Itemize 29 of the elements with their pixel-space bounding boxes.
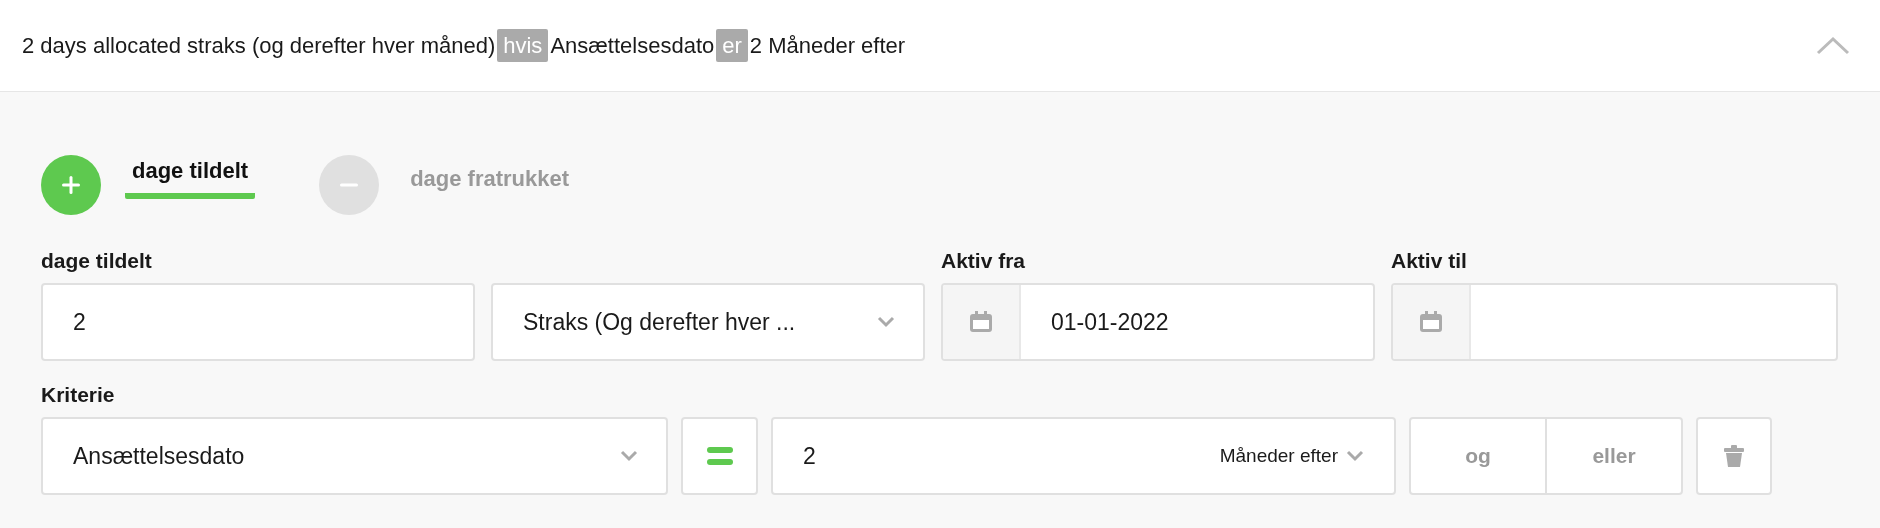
collapse-chevron-icon[interactable]: [1816, 35, 1850, 56]
unit-dropdown[interactable]: Måneder efter: [1219, 441, 1364, 471]
value-input-field[interactable]: 2 Måneder efter: [771, 417, 1396, 495]
condition-tag: hvis: [497, 29, 549, 62]
trash-icon: [1724, 444, 1744, 468]
date-field[interactable]: [1391, 283, 1838, 361]
delete-button[interactable]: [1696, 417, 1772, 495]
summary-text: Ansættelsesdato: [550, 32, 715, 60]
field-label: dage tildelt: [41, 248, 153, 274]
field-label: Aktiv til: [1391, 248, 1468, 274]
field-label: Kriterie: [41, 382, 116, 408]
frequency-dropdown[interactable]: Straks (Og derefter hver ...: [491, 283, 925, 361]
days-input-field[interactable]: 2: [41, 283, 475, 361]
equals-button[interactable]: [681, 417, 758, 495]
criteria-dropdown[interactable]: Ansættelsesdato: [41, 417, 668, 495]
date-field[interactable]: 01-01-2022: [941, 283, 1375, 361]
date-value: 01-01-2022: [1050, 307, 1169, 337]
equals-icon: [706, 447, 733, 465]
condition-tag: er: [716, 29, 748, 62]
summary-header[interactable]: 2 days allocated straks (og derefter hver måned) hvis Ansættelsesdato er 2 Måneder efter: [0, 0, 1880, 92]
calendar-icon: [969, 310, 993, 334]
calendar-icon: [1419, 310, 1443, 334]
caret-icon: [877, 316, 895, 328]
caret-icon: [1346, 450, 1364, 462]
summary-text: 2 Måneder efter: [749, 32, 906, 60]
caret-icon: [620, 450, 638, 462]
mode-tab[interactable]: dage tildelt: [125, 154, 256, 199]
summary-text: 2 days allocated straks (og derefter hver måned): [22, 32, 496, 60]
field-label: Aktiv fra: [941, 248, 1027, 274]
